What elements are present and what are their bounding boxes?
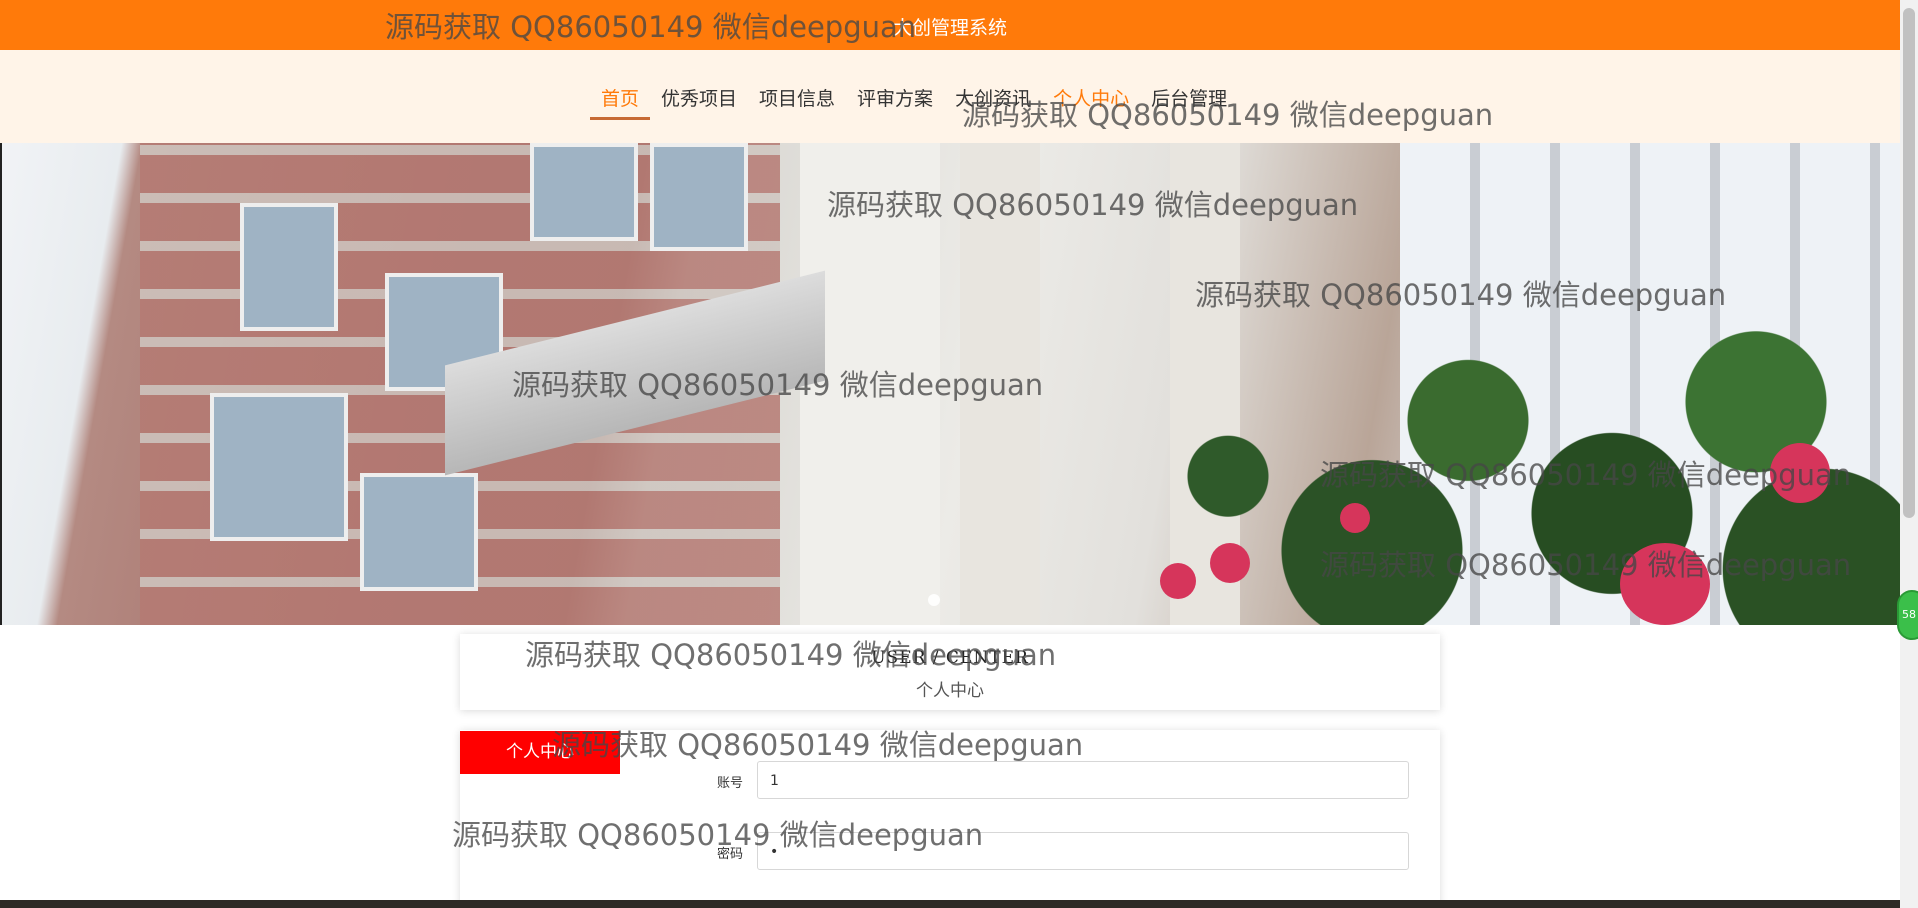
flower <box>1770 443 1830 503</box>
carousel-indicator-dot[interactable] <box>928 594 940 606</box>
password-label: 密码 <box>716 847 743 862</box>
site-title: 大创管理系统 <box>892 17 1007 39</box>
account-field[interactable]: 1 <box>757 761 1409 799</box>
password-field[interactable]: • <box>757 832 1409 870</box>
window <box>360 473 478 591</box>
window <box>530 143 638 241</box>
floating-badge[interactable]: 58 <box>1897 590 1918 640</box>
window <box>240 203 338 331</box>
hero-edge <box>0 143 2 625</box>
user-center-header: USER / CENTER 个人中心 <box>460 634 1440 710</box>
hero-carousel-image[interactable] <box>0 143 1900 625</box>
scrollbar-thumb[interactable] <box>1903 8 1915 518</box>
user-center-side-button[interactable]: 个人中心 <box>460 731 620 774</box>
nav-item-project-info[interactable]: 项目信息 <box>748 84 846 120</box>
nav-menu: 首页 优秀项目 项目信息 评审方案 大创资讯 个人中心 后台管理 <box>590 84 1238 120</box>
nav-item-excellent-projects[interactable]: 优秀项目 <box>650 84 748 120</box>
window <box>650 143 748 251</box>
nav-item-admin[interactable]: 后台管理 <box>1140 84 1238 120</box>
camellia-foliage <box>940 253 1900 625</box>
user-center-title-en: USER / CENTER <box>871 648 1029 668</box>
nav-item-home[interactable]: 首页 <box>590 84 651 120</box>
top-header-bar: 大创管理系统 <box>0 0 1900 50</box>
flower <box>1160 563 1196 599</box>
nav-item-user-center[interactable]: 个人中心 <box>1042 84 1140 120</box>
nav-item-review-plan[interactable]: 评审方案 <box>846 84 944 120</box>
account-label: 账号 <box>716 776 743 791</box>
window <box>210 393 348 541</box>
user-center-title-cn: 个人中心 <box>916 681 984 701</box>
flower <box>1340 503 1370 533</box>
flower <box>1620 543 1710 625</box>
bottom-strip <box>0 900 1900 908</box>
nav-item-news[interactable]: 大创资讯 <box>944 84 1042 120</box>
vertical-scrollbar[interactable] <box>1900 0 1918 908</box>
wall <box>800 143 940 625</box>
main-navigation: 首页 优秀项目 项目信息 评审方案 大创资讯 个人中心 后台管理 <box>0 50 1900 143</box>
flower <box>1210 543 1250 583</box>
